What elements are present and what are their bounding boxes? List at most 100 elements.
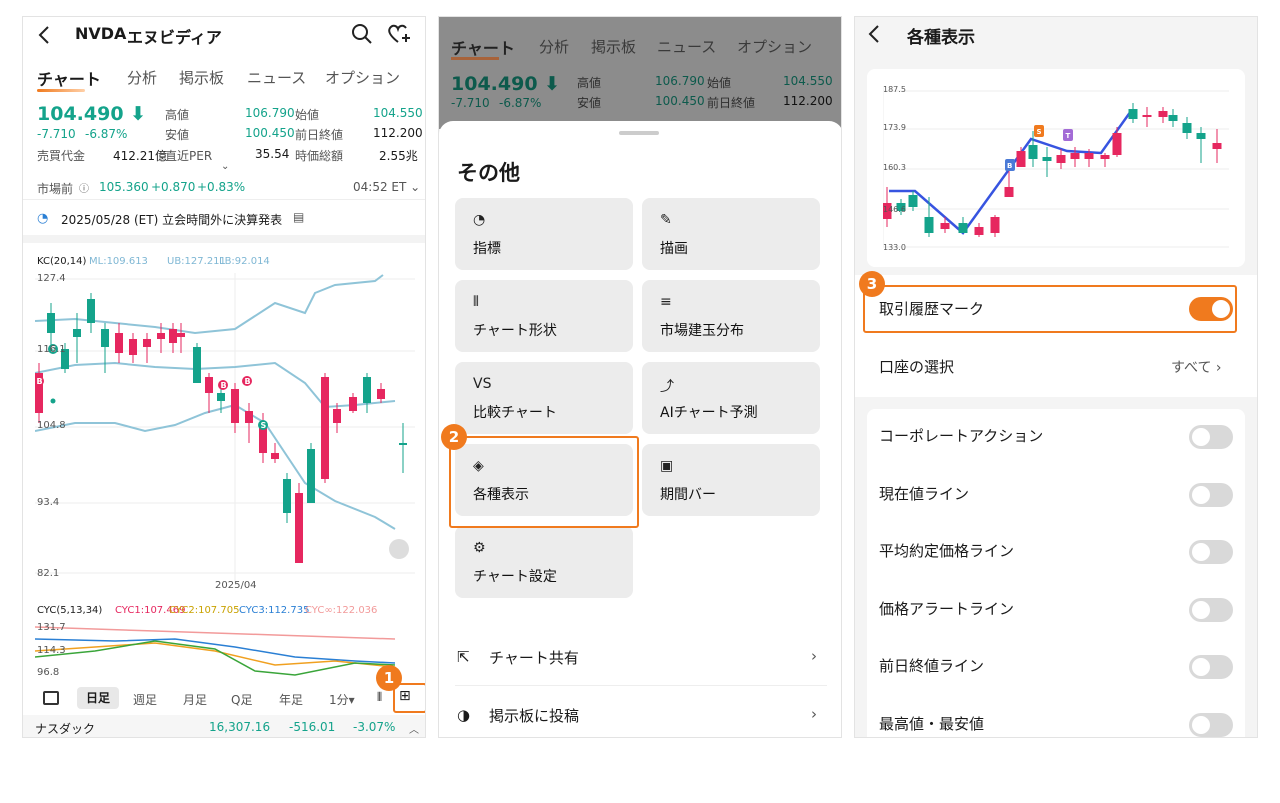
expand-chevron-icon[interactable]: ⌄ — [221, 161, 229, 172]
stat-low: 100.450 — [655, 94, 705, 108]
avg-price-line-toggle[interactable] — [1189, 540, 1233, 564]
period-weekly[interactable]: 週足 — [133, 691, 157, 708]
layout-toggle-icon[interactable] — [43, 691, 59, 705]
candle-body — [1112, 133, 1122, 155]
watchlist-heart-icon[interactable] — [387, 23, 411, 45]
card-label: 市場建玉分布 — [660, 323, 744, 339]
toggle-label: 最高値・最安値 — [879, 715, 985, 733]
stat-label: 始値 — [707, 76, 732, 90]
calendar-add-icon[interactable]: ▤ — [293, 210, 304, 224]
prev-close-line-toggle[interactable] — [1189, 655, 1233, 679]
card-indicators[interactable]: ◔ 指標 — [455, 198, 633, 270]
toggle-label: 平均約定価格ライン — [879, 542, 1015, 560]
candle-body — [974, 227, 984, 235]
toggle-label: コーポレートアクション — [879, 427, 1044, 445]
corporate-action-toggle[interactable] — [1189, 425, 1233, 449]
current-price-line-toggle[interactable] — [1189, 483, 1233, 507]
y-tick: 187.5 — [883, 85, 906, 94]
stat-per: 35.54 — [255, 147, 290, 161]
stat-label: 高値 — [165, 108, 190, 122]
high-low-toggle[interactable] — [1189, 713, 1233, 737]
card-chart-settings[interactable]: ⚙ チャート設定 — [455, 526, 633, 598]
tab-news[interactable]: ニュース — [247, 67, 306, 88]
divider — [23, 199, 425, 200]
svg-text:B: B — [221, 381, 227, 390]
period-quarterly[interactable]: Q足 — [231, 691, 252, 708]
card-period-bar[interactable]: ▣ 期間バー — [642, 444, 820, 516]
card-label: チャート形状 — [473, 323, 557, 339]
candle-body — [1070, 153, 1080, 159]
period-yearly[interactable]: 年足 — [279, 691, 303, 708]
clock-icon: ◔ — [37, 211, 49, 226]
gear-icon: ⚙ — [473, 540, 486, 556]
card-chart-type[interactable]: ⫴ チャート形状 — [455, 280, 633, 352]
card-label: AIチャート予測 — [660, 405, 758, 421]
stat-label: 直近PER — [165, 149, 213, 163]
stat-market-cap: 2.55兆 — [379, 149, 418, 163]
stat-label: 時価総額 — [295, 149, 344, 163]
share-chart-item[interactable]: チャート共有 — [489, 647, 579, 668]
vs-icon: VS — [473, 376, 492, 392]
tab-board[interactable]: 掲示板 — [179, 67, 224, 88]
candle-body — [169, 329, 177, 343]
card-drawing[interactable]: ✎ 描画 — [642, 198, 820, 270]
search-icon[interactable] — [351, 23, 373, 45]
candle-body — [1004, 187, 1014, 197]
sheet-handle[interactable] — [619, 131, 659, 135]
tab-news: ニュース — [657, 38, 717, 56]
candlestick-chart[interactable]: S B B B S — [35, 273, 415, 603]
period-monthly[interactable]: 月足 — [183, 691, 207, 708]
back-icon[interactable] — [867, 24, 881, 44]
candle-body — [1128, 109, 1138, 119]
price-alert-line-toggle[interactable] — [1189, 598, 1233, 622]
y-tick: 160.3 — [883, 163, 906, 172]
premarket-time[interactable]: 04:52 ET ⌄ — [353, 180, 420, 194]
settings-group-2 — [867, 409, 1245, 737]
stat-label: 安値 — [165, 128, 190, 142]
tab-analysis[interactable]: 分析 — [127, 67, 157, 88]
price-change-pct: -6.87% — [85, 127, 128, 141]
period-daily[interactable]: 日足 — [77, 687, 119, 709]
candle-body — [157, 333, 165, 339]
account-select-value[interactable]: すべて › — [1171, 357, 1222, 377]
kc-ub: UB:127.211 — [167, 256, 226, 267]
cyc-label: CYC(5,13,34) — [37, 605, 103, 616]
tab-options[interactable]: オプション — [325, 67, 400, 88]
candle-body — [908, 195, 918, 207]
candle-body — [217, 393, 225, 401]
candle-body — [1016, 151, 1026, 167]
candle-body — [333, 409, 341, 423]
candle-body — [307, 449, 315, 503]
post-board-item[interactable]: 掲示板に投稿 — [489, 705, 579, 726]
tab-analysis: 分析 — [539, 38, 570, 56]
chevron-right-icon[interactable]: › — [811, 705, 817, 723]
back-icon[interactable] — [37, 25, 51, 45]
card-volume-profile[interactable]: ≡ 市場建玉分布 — [642, 280, 820, 352]
candle-body — [245, 411, 253, 423]
candle-body — [1168, 115, 1178, 121]
account-select-label[interactable]: 口座の選択 — [879, 356, 954, 377]
chevron-right-icon[interactable]: › — [811, 647, 817, 665]
tab-chart[interactable]: チャート — [37, 66, 101, 90]
price-change: -7.710 — [451, 96, 490, 110]
cyc-chart[interactable] — [35, 621, 415, 681]
candle-body — [87, 299, 95, 323]
y-tick: 173.9 — [883, 123, 906, 132]
stat-prev-close: 112.200 — [373, 126, 423, 140]
card-ai-forecast[interactable]: ⤴ AIチャート予測 — [642, 362, 820, 434]
reset-zoom-icon[interactable] — [389, 539, 409, 559]
candle-body — [1028, 145, 1038, 159]
y-tick: 93.4 — [37, 497, 60, 508]
info-icon[interactable]: ⓘ — [79, 180, 89, 195]
candle-body — [143, 339, 151, 347]
period-minute[interactable]: 1分▾ — [329, 691, 355, 708]
card-compare[interactable]: VS 比較チャート — [455, 362, 633, 434]
chevron-up-icon[interactable]: ︿ — [409, 721, 419, 736]
stat-low: 100.450 — [245, 126, 295, 140]
y-tick: 127.4 — [37, 273, 66, 284]
candle-body — [231, 389, 239, 423]
candle-type-icon[interactable]: ⫴ — [377, 690, 382, 705]
toggle-label: 価格アラートライン — [879, 600, 1015, 618]
highlight-box — [449, 436, 639, 528]
earnings-event[interactable]: 2025/05/28 (ET) 立会時間外に決算発表 — [61, 211, 282, 228]
